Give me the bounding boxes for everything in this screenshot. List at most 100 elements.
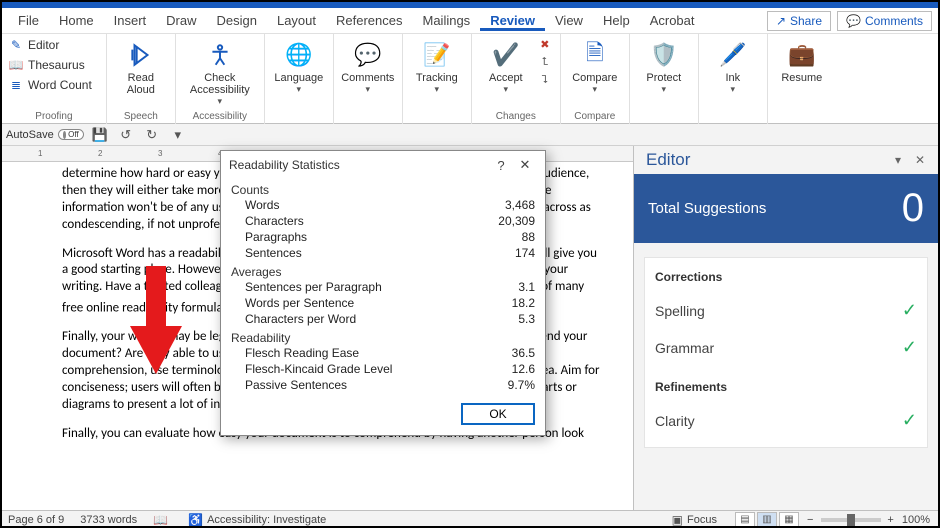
thesaurus-command[interactable]: 📖 Thesaurus	[8, 56, 92, 74]
zoom-thumb[interactable]	[847, 514, 855, 526]
menu-layout[interactable]: Layout	[267, 10, 326, 31]
stat-row: Characters per Word5.3	[221, 311, 545, 327]
book-icon: 📖	[153, 513, 168, 527]
wordcount-label: Word Count	[28, 78, 92, 92]
next-change-button[interactable]: ⮧	[536, 72, 554, 88]
status-accessibility[interactable]: ♿ Accessibility: Investigate	[188, 513, 326, 527]
counts-heading: Counts	[221, 179, 545, 197]
next-icon: ⮧	[542, 74, 549, 87]
grammar-row[interactable]: Grammar ✓	[655, 329, 917, 366]
spelling-label: Spelling	[655, 303, 705, 319]
zoom-slider[interactable]	[821, 518, 881, 522]
undo-button[interactable]: ↺	[116, 125, 136, 145]
language-label: Language	[274, 72, 323, 84]
read-mode-view[interactable]: ▤	[735, 512, 755, 528]
dialog-close-button[interactable]: ✕	[513, 157, 537, 173]
redo-button[interactable]: ↻	[142, 125, 162, 145]
resume-icon: 💼	[785, 38, 819, 72]
language-button[interactable]: 🌐 Language ▾	[271, 36, 327, 97]
autosave-state: Off	[68, 130, 79, 139]
menu-acrobat[interactable]: Acrobat	[640, 10, 705, 31]
accessibility-group-label: Accessibility	[182, 111, 258, 124]
comment-icon: 💬	[846, 14, 861, 28]
ribbon-group-changes: ✔️ Accept ▾ ✖ ⮤ ⮧ Changes	[472, 34, 561, 124]
protect-button[interactable]: 🛡️ Protect ▾	[636, 36, 692, 97]
save-button[interactable]: 💾	[90, 125, 110, 145]
status-words[interactable]: 3733 words	[80, 514, 137, 526]
check-icon: ✓	[902, 300, 917, 321]
readability-heading: Readability	[221, 327, 545, 345]
grammar-label: Grammar	[655, 340, 714, 356]
stat-row: Passive Sentences9.7%	[221, 377, 545, 393]
stat-row: Words per Sentence18.2	[221, 295, 545, 311]
menu-design[interactable]: Design	[207, 10, 267, 31]
ribbon-group-tracking: 📝 Tracking ▾	[403, 34, 472, 124]
accept-button[interactable]: ✔️ Accept ▾	[478, 36, 534, 97]
focus-mode-button[interactable]: ▣ Focus	[672, 513, 717, 527]
editor-pane-close[interactable]: ✕	[912, 153, 928, 167]
menu-draw[interactable]: Draw	[156, 10, 206, 31]
accept-icon: ✔️	[489, 38, 523, 72]
print-layout-view[interactable]: ▥	[757, 512, 777, 528]
compare-group-label: Compare	[567, 111, 623, 124]
status-spellcheck[interactable]: 📖	[153, 513, 172, 527]
stat-row: Sentences per Paragraph3.1	[221, 279, 545, 295]
menu-review[interactable]: Review	[480, 10, 545, 31]
reject-icon: ✖	[540, 38, 549, 51]
comments-ribbon-button[interactable]: 💬 Comments ▾	[340, 36, 396, 97]
qat-more-button[interactable]: ▾	[168, 125, 188, 145]
accessibility-status-label: Accessibility: Investigate	[207, 514, 326, 526]
menu-insert[interactable]: Insert	[104, 10, 157, 31]
zoom-value[interactable]: 100%	[902, 514, 930, 526]
accept-label: Accept	[489, 72, 523, 84]
autosave-toggle[interactable]: Off	[58, 129, 84, 140]
compare-button[interactable]: 🗎 Compare ▾	[567, 36, 623, 97]
zoom-out-button[interactable]: −	[807, 514, 813, 526]
zoom-in-button[interactable]: +	[887, 514, 893, 526]
protect-icon: 🛡️	[647, 38, 681, 72]
focus-label: Focus	[687, 514, 717, 526]
wordcount-icon: ≣	[8, 77, 24, 93]
web-layout-view[interactable]: ▦	[779, 512, 799, 528]
reject-button[interactable]: ✖	[536, 36, 554, 52]
ribbon: ✎ Editor 📖 Thesaurus ≣ Word Count Proofi…	[2, 34, 938, 124]
menu-view[interactable]: View	[545, 10, 593, 31]
compare-icon: 🗎	[578, 38, 612, 72]
resume-button[interactable]: 💼 Resume	[774, 36, 830, 86]
chevron-down-icon: ▾	[435, 84, 440, 95]
ink-button[interactable]: 🖊️ Ink ▾	[705, 36, 761, 97]
ribbon-group-speech: Read Aloud Speech	[107, 34, 176, 124]
dialog-help-button[interactable]: ?	[489, 158, 513, 173]
tracking-button[interactable]: 📝 Tracking ▾	[409, 36, 465, 97]
ribbon-group-resume: 💼 Resume	[768, 34, 836, 124]
menu-file[interactable]: File	[8, 10, 49, 31]
check-accessibility-button[interactable]: Check Accessibility ▾	[182, 36, 258, 109]
wordcount-command[interactable]: ≣ Word Count	[8, 76, 92, 94]
quick-access-row: AutoSave Off 💾 ↺ ↻ ▾	[2, 124, 938, 146]
spelling-row[interactable]: Spelling ✓	[655, 292, 917, 329]
editor-command[interactable]: ✎ Editor	[8, 36, 92, 54]
status-page[interactable]: Page 6 of 9	[8, 514, 64, 526]
editor-pane-dropdown[interactable]: ▾	[890, 153, 906, 167]
thesaurus-label: Thesaurus	[28, 58, 85, 72]
status-bar: Page 6 of 9 3733 words 📖 ♿ Accessibility…	[2, 510, 938, 528]
autosave-label: AutoSave	[6, 129, 54, 141]
share-button[interactable]: ↗ Share	[767, 11, 831, 31]
corrections-heading: Corrections	[655, 270, 917, 284]
readability-dialog: Readability Statistics ? ✕ Counts Words3…	[220, 150, 546, 436]
comments-ribbon-label: Comments	[341, 72, 394, 84]
clarity-row[interactable]: Clarity ✓	[655, 402, 917, 439]
ribbon-group-language: 🌐 Language ▾	[265, 34, 334, 124]
dialog-ok-button[interactable]: OK	[461, 403, 535, 425]
comments-button[interactable]: 💬 Comments	[837, 11, 932, 31]
menu-references[interactable]: References	[326, 10, 412, 31]
undo-icon: ↺	[120, 127, 131, 143]
read-aloud-button[interactable]: Read Aloud	[113, 36, 169, 98]
menu-mailings[interactable]: Mailings	[413, 10, 481, 31]
ribbon-group-compare: 🗎 Compare ▾ Compare	[561, 34, 630, 124]
menu-home[interactable]: Home	[49, 10, 104, 31]
menu-help[interactable]: Help	[593, 10, 640, 31]
read-aloud-icon	[124, 38, 158, 72]
previous-change-button[interactable]: ⮤	[536, 54, 554, 70]
ink-label: Ink	[725, 72, 740, 84]
